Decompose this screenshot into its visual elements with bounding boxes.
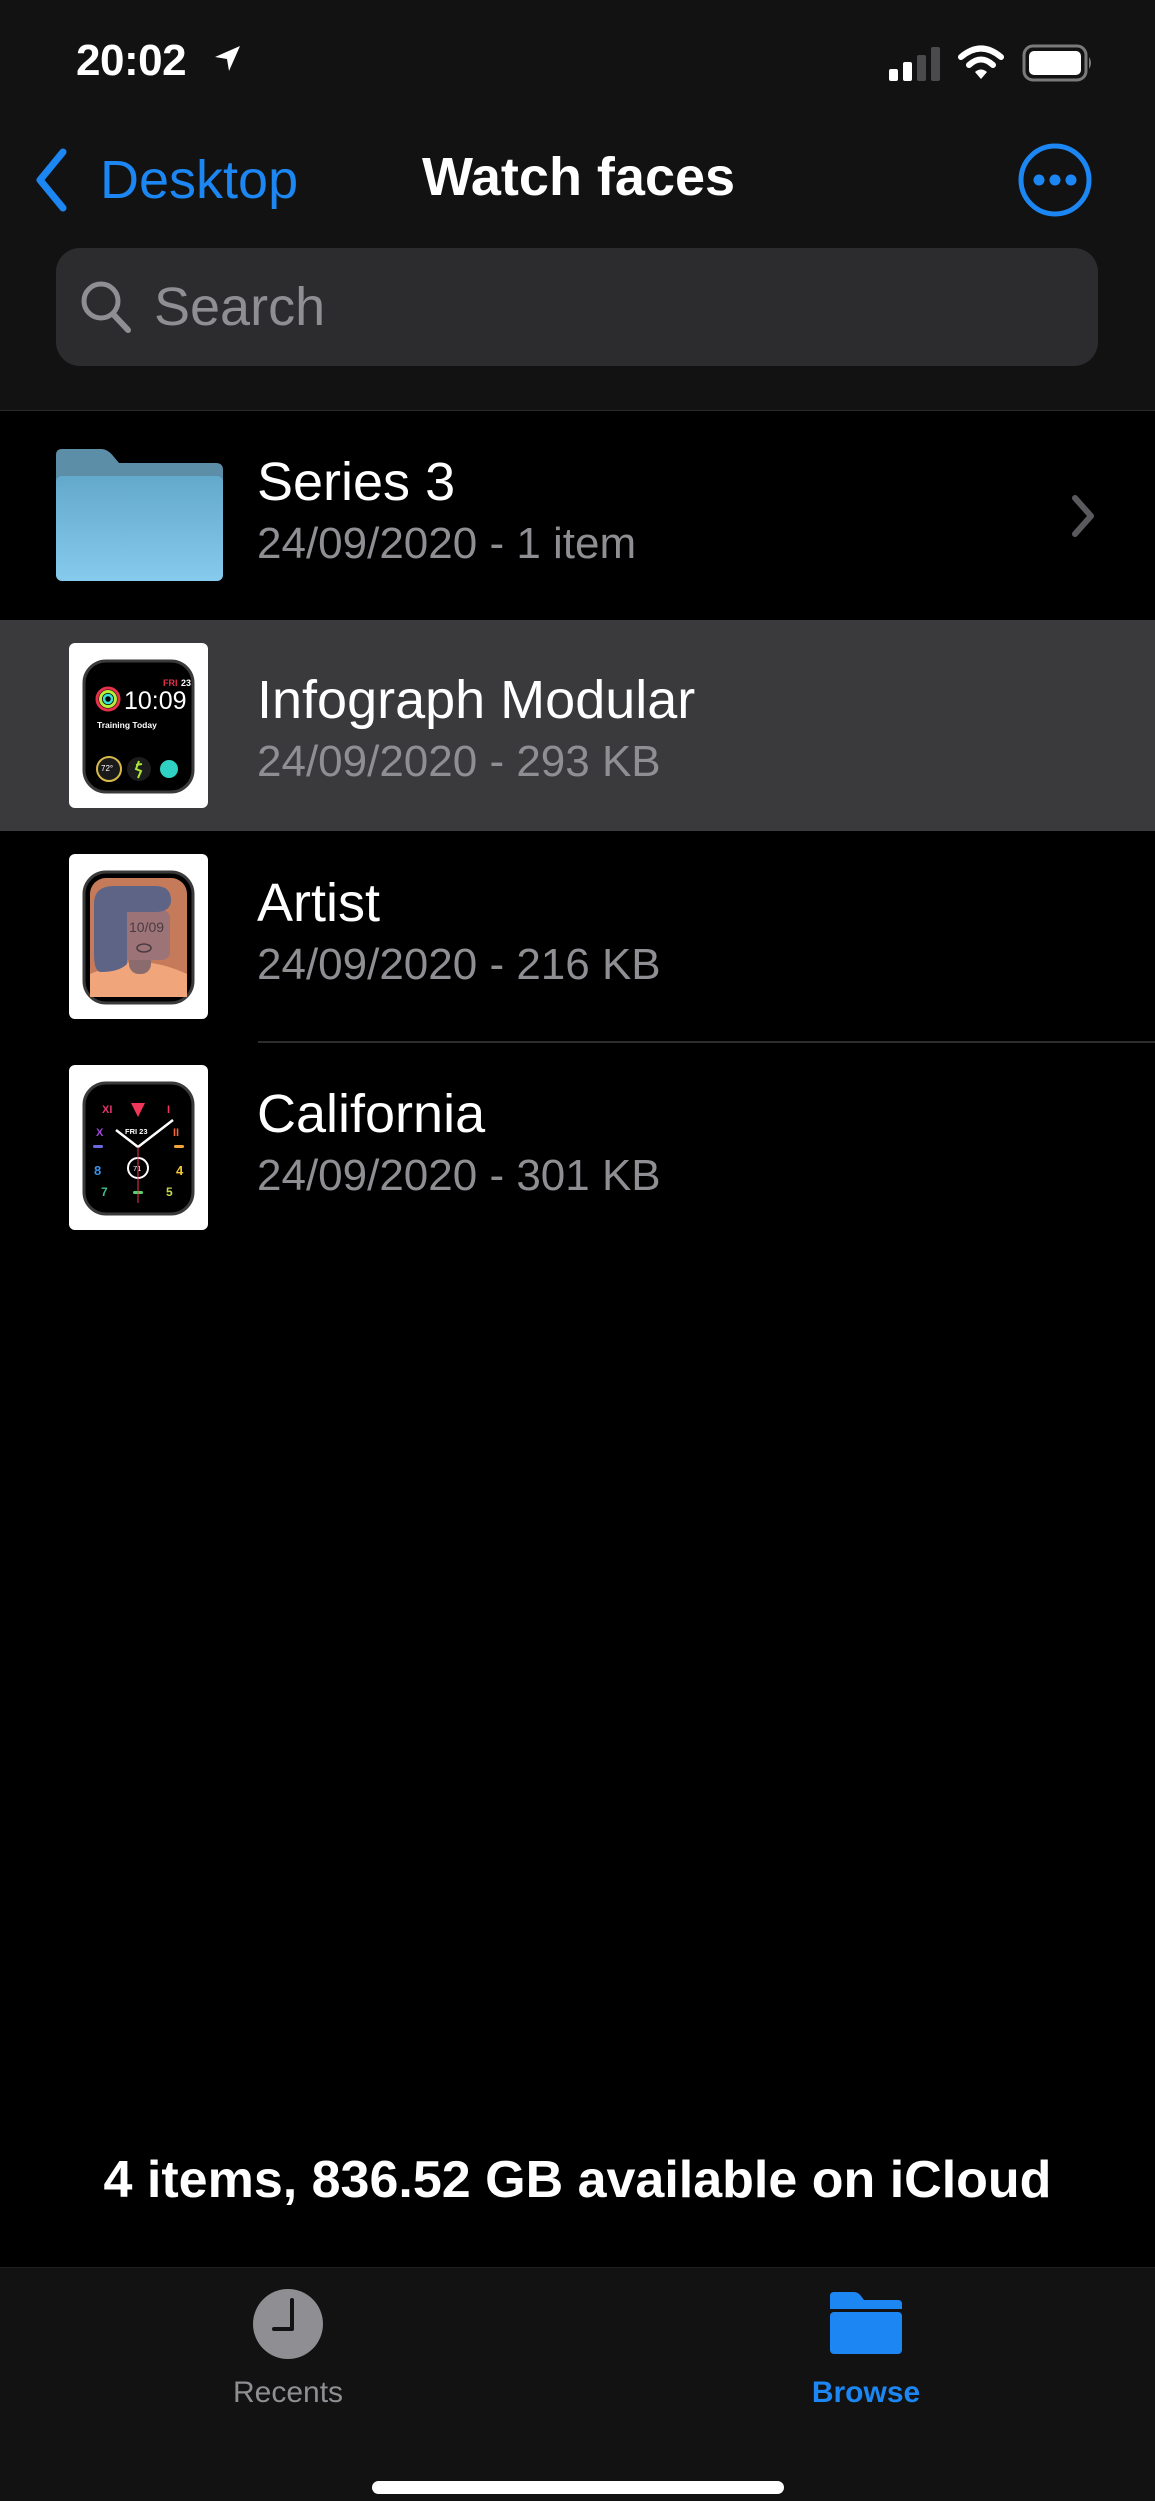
storage-summary: 4 items, 836.52 GB available on iCloud xyxy=(103,2151,1052,2209)
list-item-file[interactable]: 10/09 Artist 24/09/2020 - 216 KB xyxy=(0,832,1155,1042)
back-button-label: Desktop xyxy=(100,150,299,210)
folder-icon xyxy=(56,449,223,581)
file-name: Infograph Modular xyxy=(257,670,696,730)
status-time: 20:02 xyxy=(76,36,187,85)
search-icon xyxy=(81,281,131,333)
tab-recents-label: Recents xyxy=(232,2376,344,2409)
infograph-watchface-icon: FRI 23 10:09 Training Today 72° xyxy=(82,659,195,794)
thumb-label: Training Today xyxy=(97,720,157,730)
watchface-thumbnail: XI I X II FRI 23 8 4 7 5 71 xyxy=(69,1065,208,1230)
wifi-icon xyxy=(958,45,1004,79)
list-item-file[interactable]: XI I X II FRI 23 8 4 7 5 71 California 2… xyxy=(0,1043,1155,1253)
search-input[interactable] xyxy=(152,275,1056,339)
file-meta: 24/09/2020 - 1 item xyxy=(257,519,637,568)
california-watchface-icon: XI I X II FRI 23 8 4 7 5 71 xyxy=(82,1081,195,1216)
home-indicator[interactable] xyxy=(372,2481,784,2494)
file-meta: 24/09/2020 - 216 KB xyxy=(257,940,661,989)
signal-strength-icon xyxy=(889,47,940,81)
file-meta: 24/09/2020 - 293 KB xyxy=(257,737,661,786)
list-item-file[interactable]: FRI 23 10:09 Training Today 72° Infograp… xyxy=(0,620,1155,831)
tab-browse-label: Browse xyxy=(811,2376,921,2409)
watchface-thumbnail: 10/09 xyxy=(69,854,208,1019)
battery-icon xyxy=(1022,44,1091,82)
thumb-complication: 71 xyxy=(133,1164,141,1173)
back-button[interactable]: Desktop xyxy=(34,144,298,216)
file-meta: 24/09/2020 - 301 KB xyxy=(257,1151,661,1200)
tab-bar: Recents Browse xyxy=(0,2267,1155,2501)
thumb-numeral: X xyxy=(96,1127,104,1139)
tab-browse[interactable]: Browse xyxy=(746,2268,986,2418)
file-name: Artist xyxy=(257,873,381,933)
file-name: Series 3 xyxy=(257,452,456,512)
file-name: California xyxy=(257,1084,486,1144)
thumb-temp: 72° xyxy=(101,764,113,773)
chevron-right-icon xyxy=(1072,495,1094,537)
tab-recents[interactable]: Recents xyxy=(168,2268,408,2418)
thumb-numeral: 5 xyxy=(166,1185,173,1199)
folder-icon xyxy=(830,2292,902,2354)
page-title-text: Watch faces xyxy=(421,147,736,207)
clock-icon xyxy=(253,2289,323,2359)
thumb-time: 10:09 xyxy=(124,687,187,715)
chevron-left-icon xyxy=(36,148,67,212)
thumb-numeral: I xyxy=(167,1104,170,1116)
thumb-date: FRI 23 xyxy=(125,1127,148,1136)
thumb-numeral: 7 xyxy=(101,1185,108,1199)
thumb-numeral: 4 xyxy=(176,1163,184,1178)
thumb-numeral: XI xyxy=(102,1104,112,1116)
thumb-numeral: 8 xyxy=(94,1163,101,1178)
navigation-header: 20:02 Desktop Watch faces xyxy=(0,0,1155,411)
list-item-folder[interactable]: Series 3 24/09/2020 - 1 item xyxy=(0,411,1155,621)
search-field[interactable] xyxy=(56,248,1098,366)
ellipsis-circle-icon[interactable] xyxy=(1017,142,1093,218)
watchface-thumbnail: FRI 23 10:09 Training Today 72° xyxy=(69,643,208,808)
thumb-time: 10/09 xyxy=(129,919,164,935)
location-arrow-icon xyxy=(215,46,240,71)
artist-watchface-icon: 10/09 xyxy=(82,870,195,1005)
thumb-numeral: II xyxy=(173,1127,179,1139)
